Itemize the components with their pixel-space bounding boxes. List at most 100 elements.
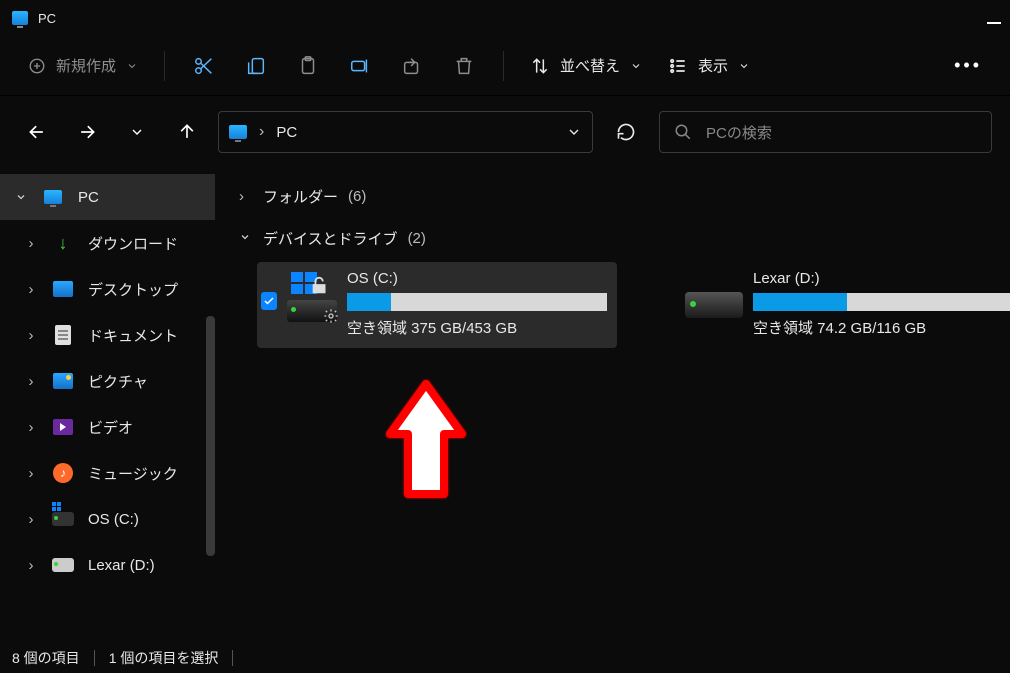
arrow-right-icon	[77, 122, 97, 142]
sidebar: PC › ↓ ダウンロード › デスクトップ › ドキュメント › ピクチャ ›…	[0, 168, 215, 643]
content-pane: › フォルダー (6) デバイスとドライブ (2) OS (C:)	[215, 168, 1010, 643]
chevron-right-icon[interactable]: ›	[24, 465, 38, 482]
ellipsis-icon: •••	[954, 55, 982, 75]
window-title: PC	[38, 11, 56, 26]
arrow-up-icon	[177, 122, 197, 142]
sort-label: 並べ替え	[560, 55, 620, 76]
chevron-down-icon	[630, 60, 642, 72]
chevron-down-icon	[239, 230, 253, 247]
chevron-right-icon[interactable]: ›	[24, 235, 38, 252]
sidebar-item-label: ダウンロード	[88, 233, 178, 254]
scissors-icon	[193, 55, 215, 77]
new-label: 新規作成	[56, 55, 116, 76]
sidebar-item-os-drive[interactable]: › OS (C:)	[0, 496, 215, 542]
sidebar-item-pictures[interactable]: › ピクチャ	[0, 358, 215, 404]
arrow-left-icon	[27, 122, 47, 142]
os-drive-icon	[287, 274, 337, 322]
sidebar-item-lexar-drive[interactable]: › Lexar (D:)	[0, 542, 215, 588]
sidebar-item-label: ドキュメント	[88, 325, 178, 346]
drive-free-text: 空き領域 74.2 GB/116 GB	[753, 317, 1010, 338]
share-button[interactable]	[389, 46, 435, 86]
view-label: 表示	[698, 55, 728, 76]
delete-button[interactable]	[441, 46, 487, 86]
status-selected: 1 個の項目を選択	[109, 648, 219, 668]
recent-button[interactable]	[118, 113, 156, 151]
address-bar[interactable]: › PC	[218, 111, 593, 153]
desktop-icon	[53, 281, 73, 297]
drive-os-c[interactable]: OS (C:) 空き領域 375 GB/453 GB	[257, 262, 617, 348]
group-folders[interactable]: › フォルダー (6)	[239, 180, 1000, 212]
sidebar-item-label: ミュージック	[88, 463, 178, 484]
gear-icon	[323, 308, 339, 324]
sidebar-item-label: Lexar (D:)	[88, 557, 155, 574]
chevron-right-icon[interactable]: ›	[24, 373, 38, 390]
videos-icon	[53, 419, 73, 435]
sidebar-item-desktop[interactable]: › デスクトップ	[0, 266, 215, 312]
pc-icon	[229, 125, 247, 139]
more-button[interactable]: •••	[944, 51, 992, 80]
paste-button[interactable]	[285, 46, 331, 86]
group-drives[interactable]: デバイスとドライブ (2)	[239, 222, 1000, 254]
pc-icon	[12, 11, 28, 25]
chevron-right-icon[interactable]: ›	[24, 281, 38, 298]
back-button[interactable]	[18, 113, 56, 151]
storage-bar	[753, 293, 1010, 311]
breadcrumb-root[interactable]: PC	[276, 124, 297, 141]
separator	[232, 650, 233, 666]
rename-icon	[349, 55, 371, 77]
copy-button[interactable]	[233, 46, 279, 86]
download-icon: ↓	[52, 232, 74, 254]
toolbar: 新規作成 並べ替え 表示 •••	[0, 36, 1010, 96]
music-icon: ♪	[53, 463, 73, 483]
sidebar-item-videos[interactable]: › ビデオ	[0, 404, 215, 450]
sort-button[interactable]: 並べ替え	[520, 49, 652, 82]
sidebar-item-documents[interactable]: › ドキュメント	[0, 312, 215, 358]
group-count: (2)	[408, 230, 426, 247]
search-input[interactable]: PCの検索	[659, 111, 992, 153]
sort-icon	[530, 56, 550, 76]
chevron-down-icon[interactable]	[14, 191, 28, 203]
refresh-button[interactable]	[605, 111, 647, 153]
disk-icon	[52, 512, 74, 526]
trash-icon	[453, 55, 475, 77]
pictures-icon	[53, 373, 73, 389]
group-label: フォルダー	[263, 186, 338, 207]
chevron-right-icon[interactable]: ›	[24, 419, 38, 436]
sidebar-item-label: デスクトップ	[88, 279, 178, 300]
refresh-icon	[616, 122, 636, 142]
chevron-right-icon: ›	[239, 188, 253, 205]
sidebar-item-pc[interactable]: PC	[0, 174, 215, 220]
navigation-row: › PC PCの検索	[0, 96, 1010, 168]
chevron-right-icon[interactable]: ›	[24, 511, 38, 528]
chevron-down-icon	[126, 60, 138, 72]
forward-button[interactable]	[68, 113, 106, 151]
rename-button[interactable]	[337, 46, 383, 86]
drive-icon	[685, 274, 743, 322]
chevron-right-icon[interactable]: ›	[24, 557, 38, 574]
chevron-down-icon[interactable]	[566, 124, 582, 140]
group-label: デバイスとドライブ	[263, 228, 398, 249]
copy-icon	[245, 55, 267, 77]
storage-bar	[347, 293, 607, 311]
up-button[interactable]	[168, 113, 206, 151]
disk-icon	[52, 558, 74, 572]
sidebar-item-music[interactable]: › ♪ ミュージック	[0, 450, 215, 496]
sidebar-item-downloads[interactable]: › ↓ ダウンロード	[0, 220, 215, 266]
lock-open-icon	[309, 274, 331, 296]
cut-button[interactable]	[181, 46, 227, 86]
view-button[interactable]: 表示	[658, 49, 760, 82]
sidebar-item-label: ピクチャ	[88, 371, 148, 392]
pc-icon	[44, 190, 62, 204]
checkbox-checked[interactable]	[261, 292, 277, 310]
status-items: 8 個の項目	[12, 648, 80, 668]
drive-name: OS (C:)	[347, 270, 607, 287]
search-placeholder: PCの検索	[706, 122, 772, 143]
new-button[interactable]: 新規作成	[18, 49, 148, 82]
drive-lexar-d[interactable]: Lexar (D:) 空き領域 74.2 GB/116 GB	[681, 262, 1010, 348]
sidebar-item-label: PC	[78, 189, 99, 206]
chevron-right-icon[interactable]: ›	[24, 327, 38, 344]
minimize-button[interactable]	[984, 14, 1004, 34]
scrollbar[interactable]	[206, 316, 215, 556]
separator	[503, 51, 504, 81]
search-icon	[674, 123, 692, 141]
